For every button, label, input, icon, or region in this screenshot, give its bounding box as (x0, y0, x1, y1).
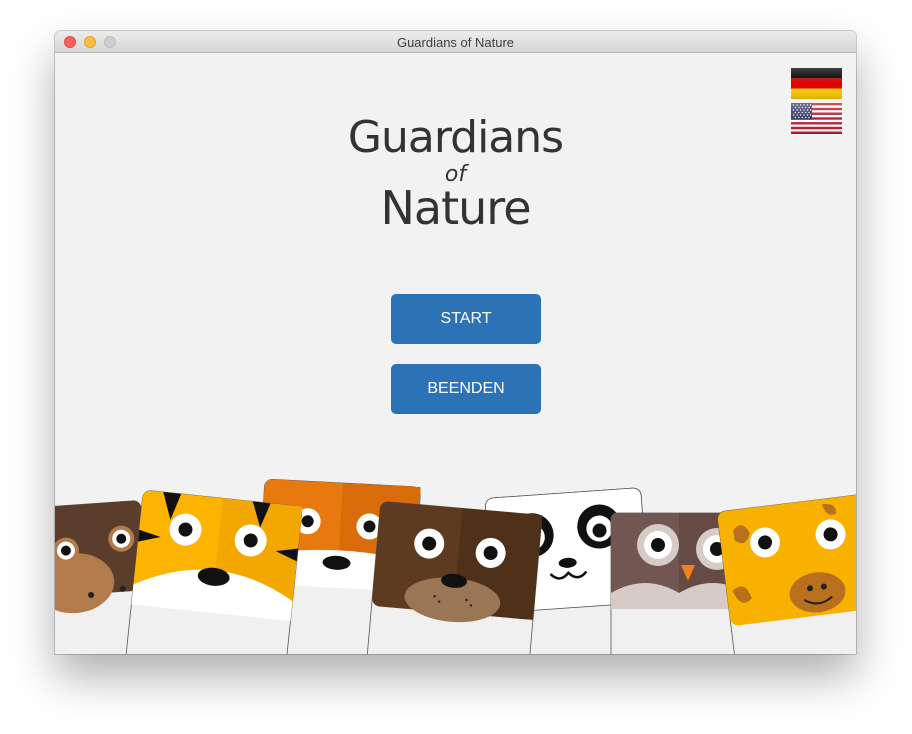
bear-icon (363, 501, 543, 654)
window-title: Guardians of Nature (396, 35, 515, 50)
giraffe-icon (717, 494, 856, 654)
app-window: Guardians of Nature Guardians of Nature … (55, 31, 856, 654)
animal-illustration (55, 478, 856, 654)
tiger-icon (122, 490, 303, 654)
main-menu: Guardians of Nature START BEENDEN (55, 53, 856, 654)
title-bar[interactable]: Guardians of Nature (55, 31, 856, 53)
